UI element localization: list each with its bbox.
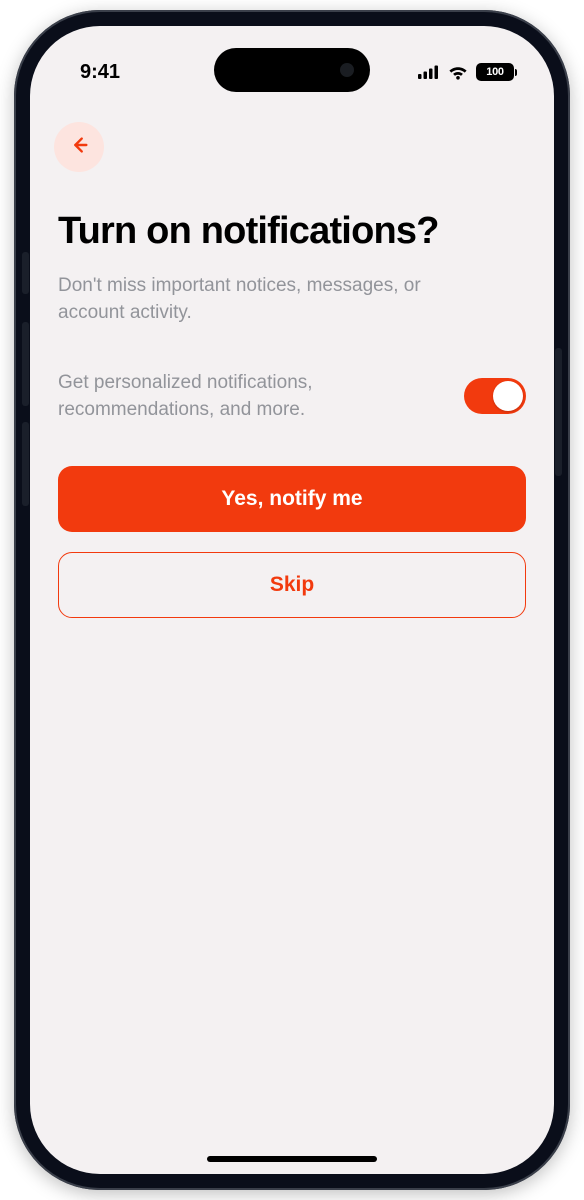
toggle-thumb bbox=[493, 381, 523, 411]
side-button bbox=[22, 422, 29, 506]
cellular-icon bbox=[418, 65, 440, 79]
wifi-icon bbox=[448, 65, 468, 80]
dynamic-island bbox=[214, 48, 370, 92]
personalized-toggle-row: Get personalized notifications, recommen… bbox=[58, 369, 526, 424]
battery-level: 100 bbox=[477, 64, 513, 80]
skip-button[interactable]: Skip bbox=[58, 552, 526, 618]
status-indicators: 100 bbox=[418, 63, 514, 81]
notify-me-button[interactable]: Yes, notify me bbox=[58, 466, 526, 532]
back-button[interactable] bbox=[54, 122, 104, 172]
side-button bbox=[22, 322, 29, 406]
status-time: 9:41 bbox=[80, 61, 120, 84]
page-content: Turn on notifications? Don't miss import… bbox=[30, 114, 554, 1174]
side-button bbox=[22, 252, 29, 294]
toggle-label: Get personalized notifications, recommen… bbox=[58, 369, 388, 424]
screen: 9:41 bbox=[30, 26, 554, 1174]
page-subtitle: Don't miss important notices, messages, … bbox=[58, 272, 488, 327]
side-button bbox=[555, 348, 562, 476]
personalized-toggle[interactable] bbox=[464, 378, 526, 414]
page-title: Turn on notifications? bbox=[58, 210, 526, 254]
battery-icon: 100 bbox=[476, 63, 514, 81]
arrow-left-icon bbox=[68, 134, 90, 161]
phone-frame: 9:41 bbox=[14, 10, 570, 1190]
home-indicator[interactable] bbox=[207, 1156, 377, 1162]
